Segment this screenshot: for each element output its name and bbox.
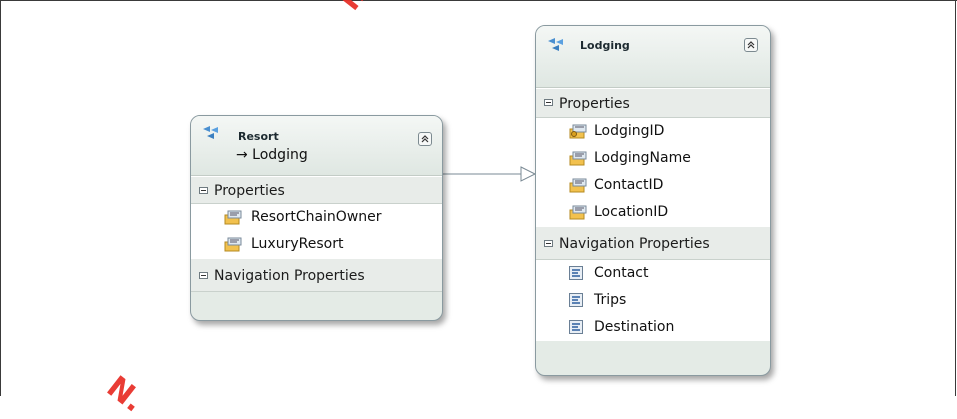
collapse-minus-icon[interactable] — [544, 99, 553, 106]
inheritance-arrowhead — [520, 166, 537, 182]
navigation-item[interactable]: Destination — [536, 314, 770, 341]
entity-type-icon — [548, 38, 563, 51]
property-name: LuxuryResort — [251, 236, 344, 252]
section-properties-label: Properties — [559, 96, 630, 112]
entity-resort-base-type: → Lodging — [236, 147, 308, 163]
scalar-property-icon — [569, 205, 587, 220]
property-name: ContactID — [594, 177, 664, 193]
scalar-property-icon — [569, 151, 587, 166]
section-navigation-header[interactable]: Navigation Properties — [191, 258, 442, 292]
entity-resort-title: Resort — [238, 130, 279, 143]
collapse-chevron-icon[interactable] — [418, 132, 432, 146]
properties-list: ResortChainOwner LuxuryResort — [191, 204, 442, 258]
navigation-name: Trips — [594, 292, 627, 308]
inheritance-connector[interactable] — [0, 0, 957, 396]
property-name: LocationID — [594, 204, 669, 220]
property-item[interactable]: ContactID — [536, 172, 770, 199]
collapse-minus-icon[interactable] — [199, 187, 208, 194]
collapse-minus-icon[interactable] — [199, 272, 208, 279]
entity-lodging[interactable]: Lodging Properties LodgingID LodgingName… — [535, 25, 771, 376]
property-name: LodgingID — [594, 123, 665, 139]
property-item[interactable]: LodgingName — [536, 145, 770, 172]
section-properties-header[interactable]: Properties — [536, 88, 770, 118]
scalar-property-icon — [569, 178, 587, 193]
section-navigation-label: Navigation Properties — [559, 236, 710, 252]
collapse-chevron-icon[interactable] — [744, 38, 758, 52]
key-property-icon — [569, 124, 587, 139]
navigation-list: Contact Trips Destination — [536, 260, 770, 341]
scalar-property-icon — [224, 210, 242, 225]
navigation-property-icon — [569, 320, 583, 334]
entity-type-icon — [203, 126, 218, 139]
property-item[interactable]: LuxuryResort — [191, 231, 442, 258]
entity-resort-header[interactable]: Resort → Lodging — [191, 116, 442, 176]
section-properties-label: Properties — [214, 183, 285, 199]
property-name: LodgingName — [594, 150, 691, 166]
entity-resort[interactable]: Resort → Lodging Properties ResortChainO… — [190, 115, 443, 321]
property-item[interactable]: LocationID — [536, 199, 770, 226]
navigation-name: Destination — [594, 319, 675, 335]
scalar-property-icon — [224, 237, 242, 252]
properties-list: LodgingID LodgingName ContactID Location… — [536, 118, 770, 226]
collapse-minus-icon[interactable] — [544, 240, 553, 247]
entity-lodging-title: Lodging — [580, 39, 630, 52]
entity-lodging-header[interactable]: Lodging — [536, 26, 770, 88]
navigation-property-icon — [569, 293, 583, 307]
section-navigation-header[interactable]: Navigation Properties — [536, 226, 770, 260]
double-chevron-up-icon — [421, 135, 429, 143]
section-navigation-label: Navigation Properties — [214, 268, 365, 284]
navigation-name: Contact — [594, 265, 649, 281]
double-chevron-up-icon — [747, 41, 755, 49]
property-item[interactable]: ResortChainOwner — [191, 204, 442, 231]
navigation-item[interactable]: Trips — [536, 287, 770, 314]
property-name: ResortChainOwner — [251, 209, 382, 225]
section-properties-header[interactable]: Properties — [191, 176, 442, 204]
navigation-item[interactable]: Contact — [536, 260, 770, 287]
navigation-property-icon — [569, 266, 583, 280]
property-item[interactable]: LodgingID — [536, 118, 770, 145]
